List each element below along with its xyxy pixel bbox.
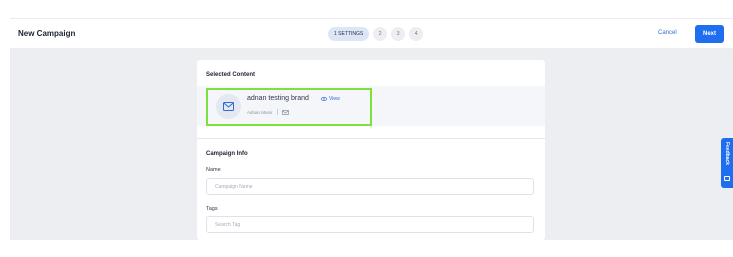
step-indicator: 1 SETTINGS 2 3 4 [328,27,424,41]
selected-content-title: Selected Content [206,72,256,78]
cancel-button[interactable]: Cancel [658,30,677,36]
campaign-info-title: Campaign Info [206,151,248,157]
name-label: Name [206,167,221,173]
step-4[interactable]: 4 [409,27,424,41]
feedback-label: Feedback [724,142,730,166]
next-button[interactable]: Next [695,25,724,43]
step-1-settings[interactable]: 1 SETTINGS [328,27,370,41]
content-area: Selected Content adnan testing brand Vie… [10,49,733,240]
selected-content-highlight [206,88,372,126]
step-3[interactable]: 3 [391,27,406,41]
tags-search-input[interactable]: Search Tag [206,216,534,233]
page-title: New Campaign [18,29,76,38]
campaign-form-panel: Selected Content adnan testing brand Vie… [197,60,545,240]
tags-label: Tags [206,206,218,212]
step-2[interactable]: 2 [373,27,388,41]
app-page: New Campaign 1 SETTINGS 2 3 4 Cancel Nex… [0,0,733,257]
feedback-tab[interactable]: Feedback [721,138,733,188]
section-divider [197,138,545,139]
campaign-name-input[interactable]: Campaign Name [206,178,534,195]
feedback-mail-icon [724,176,730,181]
top-bar: New Campaign 1 SETTINGS 2 3 4 Cancel Nex… [10,18,733,49]
